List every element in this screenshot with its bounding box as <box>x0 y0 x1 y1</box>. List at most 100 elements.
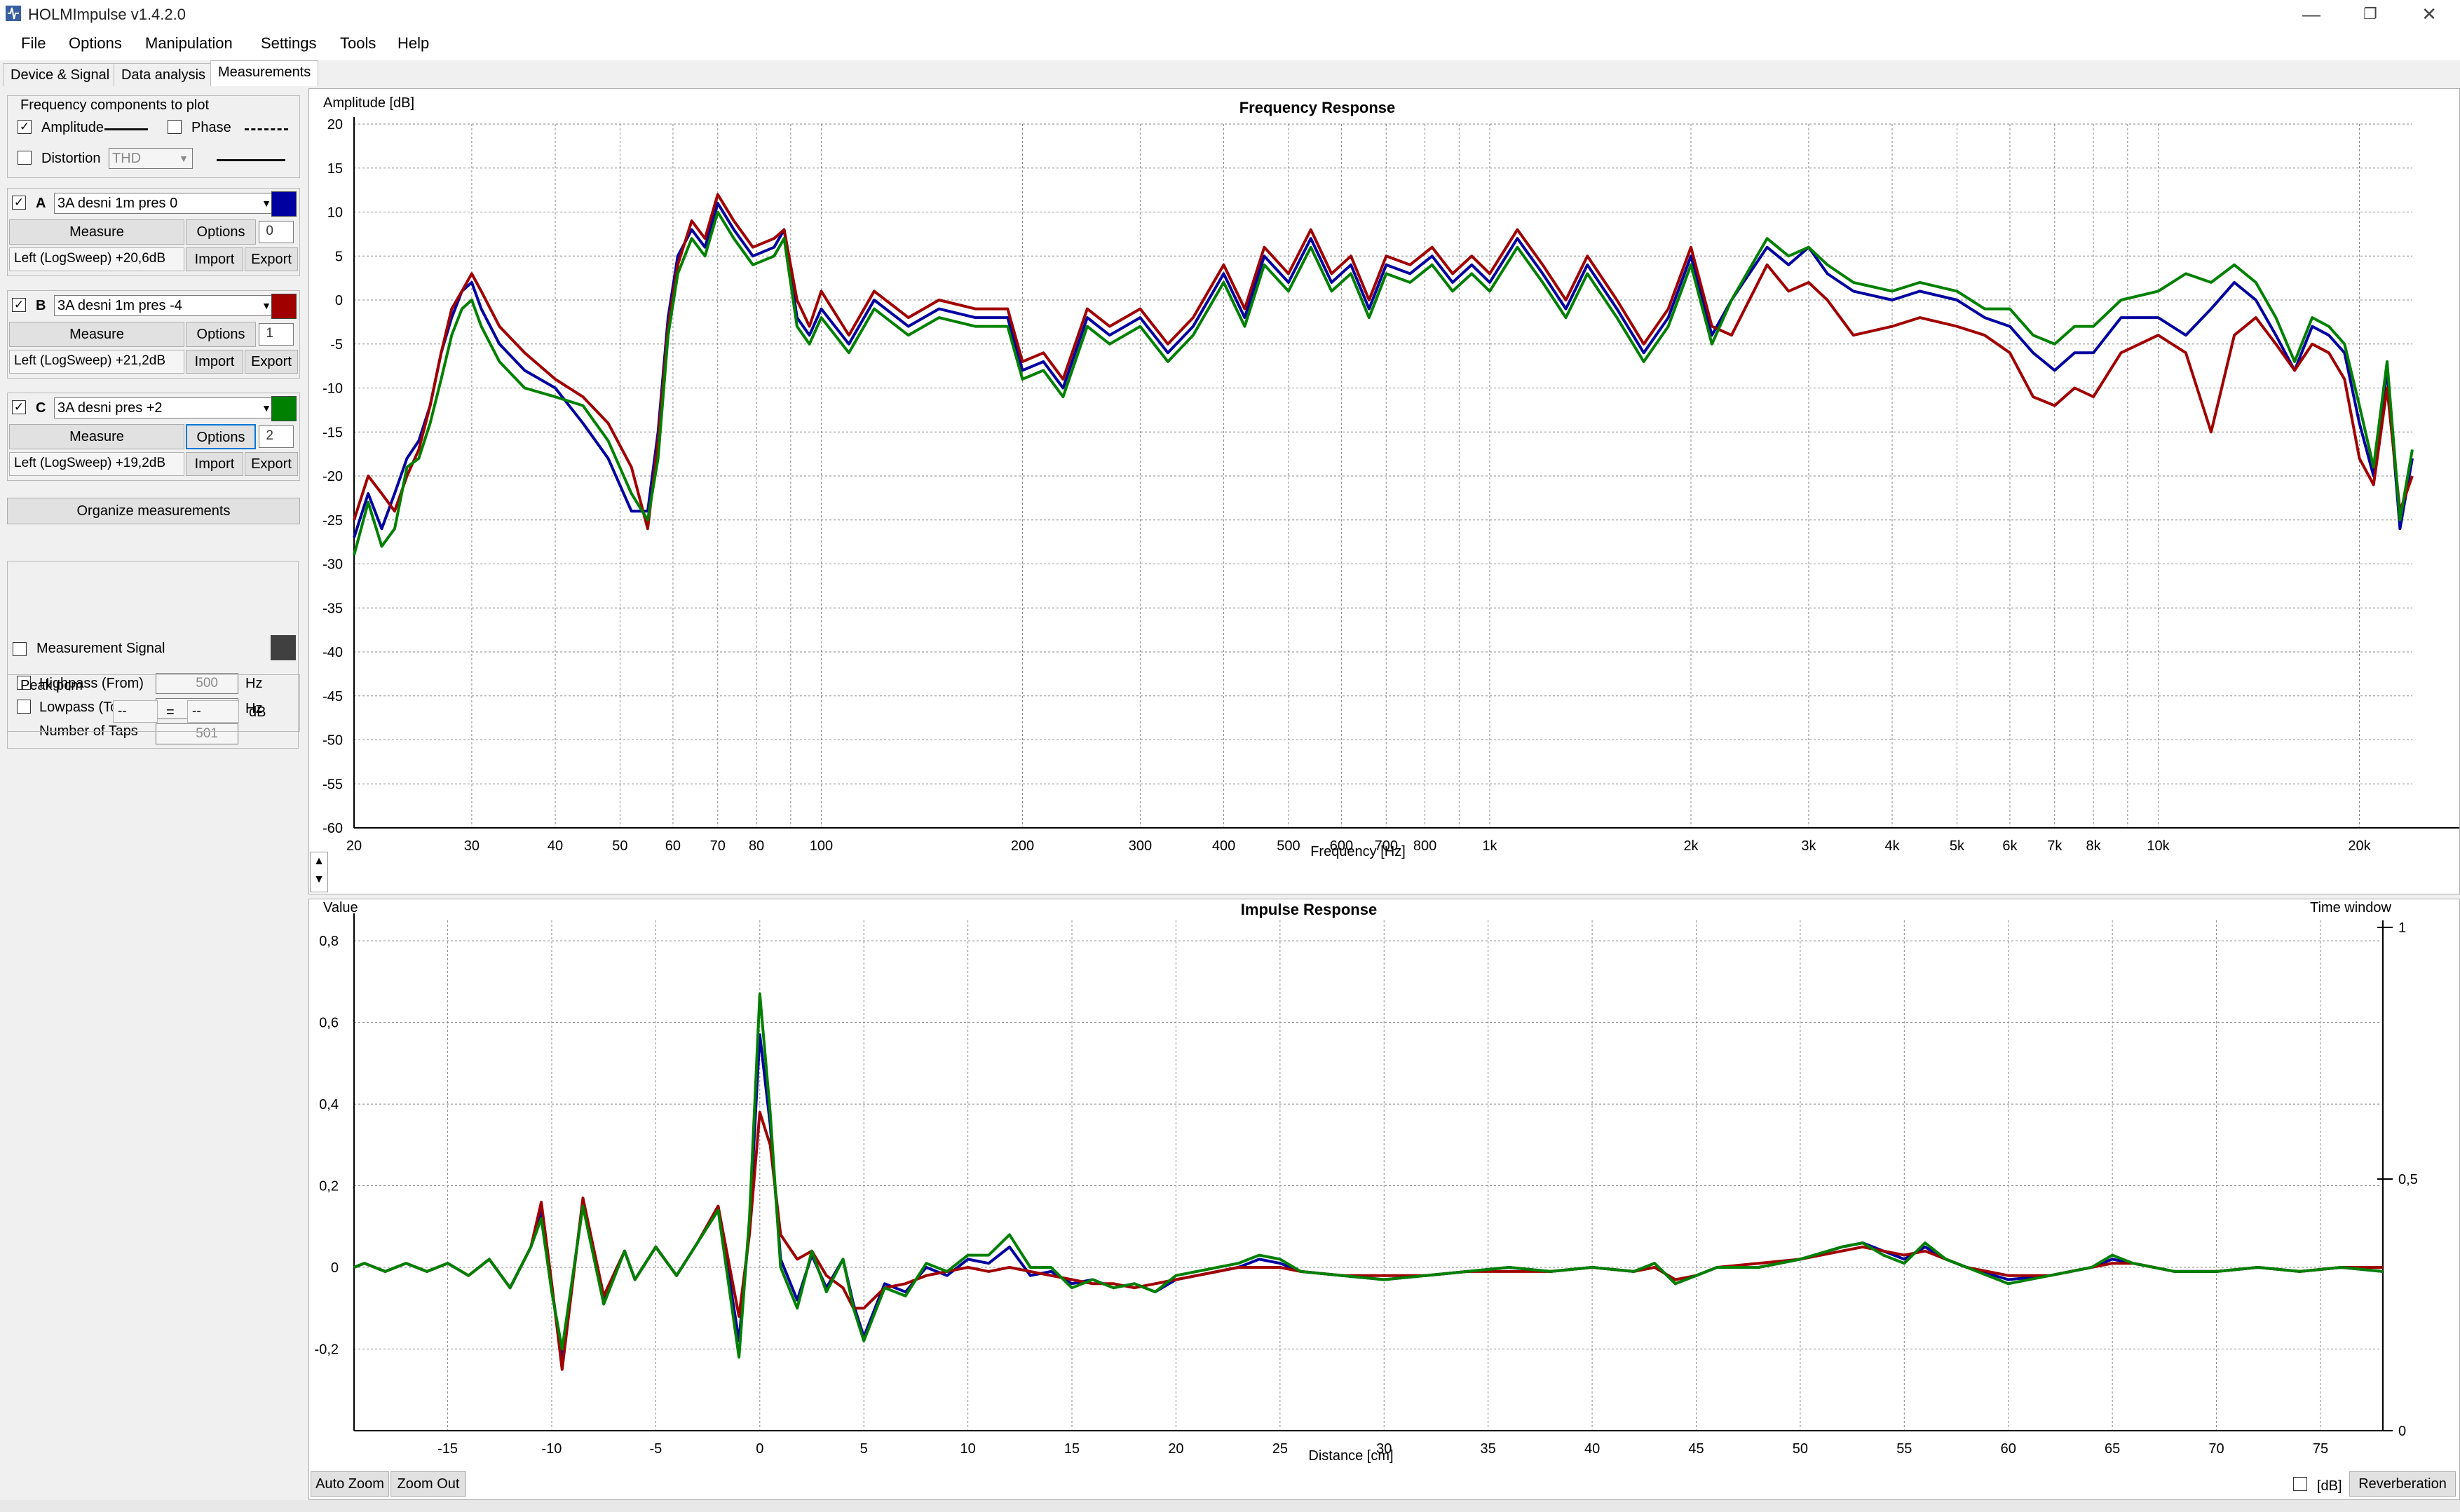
menu-settings[interactable]: Settings <box>261 34 317 53</box>
measurement-c-measure-button[interactable]: Measure <box>9 424 184 449</box>
menu-bar: File Options Manipulation Settings Tools… <box>0 28 2460 60</box>
tab-strip: Device & Signal Data analysis Measuremen… <box>0 60 319 88</box>
measurement-a-select[interactable]: 3A desni 1m pres 0 ▼ <box>54 193 276 214</box>
measurement-c-export-button[interactable]: Export <box>245 452 298 476</box>
distortion-checkbox[interactable] <box>18 151 32 165</box>
peak-separator: = <box>166 704 175 720</box>
distortion-select[interactable]: THD ▼ <box>109 148 193 169</box>
amplitude-checkbox[interactable]: ✓ <box>18 120 32 134</box>
measurement-a-export-button[interactable]: Export <box>245 247 298 271</box>
measurement-b-color-swatch[interactable] <box>271 294 297 319</box>
menu-options[interactable]: Options <box>69 34 122 53</box>
chart-title: Frequency Response <box>1239 99 1396 116</box>
taskbar <box>0 1500 2460 1512</box>
menu-tools[interactable]: Tools <box>340 34 376 53</box>
measurement-signal-checkbox[interactable] <box>13 642 27 656</box>
measurement-a-group: ✓ A 3A desni 1m pres 0 ▼ Measure Options … <box>7 188 300 276</box>
measurement-a-options-button[interactable]: Options <box>186 219 256 245</box>
x-tick-label: 7k <box>2047 838 2063 854</box>
y-tick-label: 5 <box>335 249 343 264</box>
x-tick-label: 45 <box>1688 1441 1704 1457</box>
peak-group: Peak pcm -- = -- dB <box>7 674 300 732</box>
impulse-response-plot[interactable]: 0,8 0,6 0,4 0,2 0 -0,2 -15 -10 -5 0 5 10 15 20 25 30 35 4… <box>308 899 2460 1500</box>
y-tick-label: -25 <box>322 513 343 529</box>
measurement-c-name: 3A desni pres +2 <box>57 400 163 416</box>
measurement-c-import-button[interactable]: Import <box>186 452 243 476</box>
amplitude-line-sample <box>104 128 148 130</box>
measurement-a-checkbox[interactable]: ✓ <box>12 196 26 210</box>
x-tick-label: 1k <box>1482 838 1497 854</box>
y2-tick-label: 0 <box>2398 1424 2406 1439</box>
measurement-a-import-button[interactable]: Import <box>186 247 243 271</box>
measurement-b-select[interactable]: 3A desni 1m pres -4 ▼ <box>54 295 276 316</box>
measurement-c-select[interactable]: 3A desni pres +2 ▼ <box>54 397 276 418</box>
reverberation-button[interactable]: Reverberation <box>2349 1471 2456 1497</box>
measurement-a-index-stepper[interactable]: 0 <box>259 221 294 243</box>
y-tick-label: -40 <box>322 645 343 660</box>
measurement-b-options-button[interactable]: Options <box>186 322 256 347</box>
y-tick-label: 0 <box>335 293 343 308</box>
x-axis-label: Frequency [Hz] <box>1310 844 1406 859</box>
restore-icon[interactable]: ❐ <box>2346 1 2395 27</box>
measurement-b-index-stepper[interactable]: 1 <box>259 323 294 346</box>
chevron-down-icon: ▼ <box>179 153 189 164</box>
db-checkbox[interactable] <box>2293 1477 2307 1491</box>
distortion-line-sample <box>217 159 285 161</box>
measurement-b-export-button[interactable]: Export <box>245 350 298 374</box>
measurement-b-checkbox[interactable]: ✓ <box>12 298 26 312</box>
measurement-b-import-button[interactable]: Import <box>186 350 243 374</box>
organize-measurements-button[interactable]: Organize measurements <box>7 498 300 524</box>
y-tick-label: -60 <box>322 821 343 836</box>
phase-checkbox[interactable] <box>168 120 182 134</box>
peak-label: Peak pcm <box>20 678 83 693</box>
measurement-a-measure-button[interactable]: Measure <box>9 219 184 245</box>
x-tick-label: 0 <box>756 1441 763 1457</box>
menu-manipulation[interactable]: Manipulation <box>145 34 233 53</box>
measurement-a-color-swatch[interactable] <box>271 191 297 217</box>
frequency-response-plot[interactable]: 20 15 10 5 0 -5 -10 -15 -20 -25 -30 -35 -40 -45 -50 -55… <box>308 88 2460 894</box>
zoom-out-button[interactable]: Zoom Out <box>390 1471 466 1497</box>
measurement-signal-color-swatch[interactable] <box>271 635 296 660</box>
y-tick-label: -55 <box>322 777 343 792</box>
measurement-b-group: ✓ B 3A desni 1m pres -4 ▼ Measure Options… <box>7 290 300 379</box>
app-icon <box>6 6 21 21</box>
menu-file[interactable]: File <box>21 34 46 53</box>
close-icon[interactable]: ✕ <box>2405 1 2454 27</box>
x-tick-label: 10k <box>2147 838 2170 854</box>
y-tick-label: 0 <box>331 1260 339 1276</box>
x-tick-label: 6k <box>2002 838 2018 854</box>
x-tick-label: 10 <box>960 1441 975 1457</box>
measurement-c-index-stepper[interactable]: 2 <box>259 425 294 448</box>
tab-measurements[interactable]: Measurements <box>210 60 319 86</box>
measurement-c-checkbox[interactable]: ✓ <box>12 400 26 414</box>
measurement-c-options-button[interactable]: Options <box>186 424 256 449</box>
tab-data-analysis[interactable]: Data analysis <box>114 63 214 86</box>
y-tick-label: -15 <box>322 425 343 440</box>
x-tick-label: -5 <box>649 1441 662 1457</box>
plot-splitter-arrows-icon[interactable]: ▲ ▼ <box>310 852 328 892</box>
minimize-icon[interactable]: — <box>2287 1 2336 27</box>
peak-left-value: -- <box>113 700 158 723</box>
distortion-label: Distortion <box>41 151 101 166</box>
chart-title: Impulse Response <box>1241 901 1377 918</box>
x-tick-label: 75 <box>2313 1441 2328 1457</box>
x-tick-label: 25 <box>1272 1441 1288 1457</box>
x-tick-label: 55 <box>1896 1441 1912 1457</box>
auto-zoom-button[interactable]: Auto Zoom <box>311 1471 389 1497</box>
measurement-a-name: 3A desni 1m pres 0 <box>57 196 178 211</box>
measurement-b-measure-button[interactable]: Measure <box>9 322 184 347</box>
y-tick-label: 15 <box>327 161 343 177</box>
peak-unit: dB <box>249 704 266 720</box>
measurement-c-color-swatch[interactable] <box>271 396 297 421</box>
x-axis-label: Distance [cm] <box>1308 1448 1393 1464</box>
y-tick-label: -35 <box>322 601 343 616</box>
tab-device-signal[interactable]: Device & Signal <box>3 63 118 86</box>
y-tick-label: -20 <box>322 469 343 484</box>
y-tick-label: 0,6 <box>319 1016 339 1031</box>
y-tick-label: -0,2 <box>315 1342 339 1358</box>
menu-help[interactable]: Help <box>397 34 429 53</box>
x-tick-label: 30 <box>464 838 480 854</box>
components-group-label: Frequency components to plot <box>20 97 210 113</box>
y-tick-label: 10 <box>327 205 343 221</box>
left-panel: Frequency components to plot ✓ Amplitude… <box>0 88 308 1512</box>
